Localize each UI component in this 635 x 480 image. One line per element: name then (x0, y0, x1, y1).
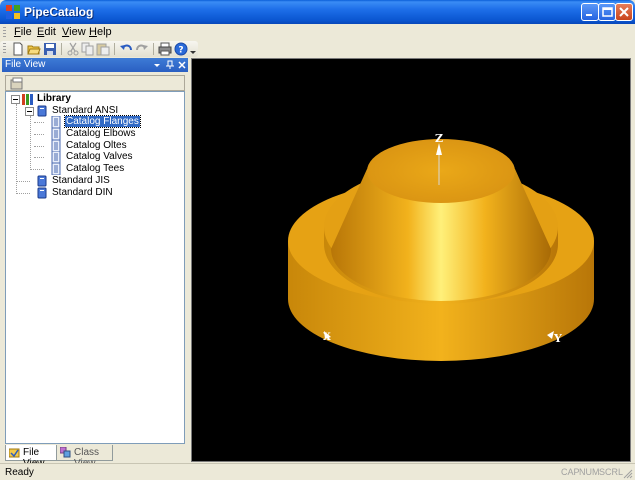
x-axis-label: X (323, 332, 331, 343)
y-axis-label: Y (553, 332, 562, 345)
copy-icon[interactable] (81, 42, 95, 56)
maximize-icon (602, 7, 613, 17)
save-icon[interactable] (43, 42, 57, 56)
maximize-button[interactable] (598, 3, 616, 21)
tree-line (34, 157, 44, 158)
redo-icon[interactable] (135, 42, 149, 56)
database-icon (37, 187, 47, 199)
tree-line (34, 122, 44, 123)
z-axis-label: Z (435, 132, 443, 145)
window-title: PipeCatalog (24, 5, 94, 19)
toolbar-overflow-icon[interactable] (189, 42, 197, 56)
tree-line (16, 193, 30, 194)
close-icon (619, 7, 629, 17)
expand-toggle-standard-ansi[interactable] (25, 107, 34, 116)
catalog-icon (51, 116, 61, 128)
panel-title: File View (5, 59, 46, 70)
tree-line (34, 146, 44, 147)
panel-close-icon[interactable] (177, 60, 187, 70)
print-icon[interactable] (158, 42, 172, 56)
flange-model: Z X Y (288, 132, 594, 361)
status-text: Ready (5, 467, 34, 478)
3d-viewport[interactable]: Z X Y (191, 58, 631, 462)
tree-line (16, 181, 30, 182)
toolbar-separator (114, 43, 115, 55)
hub-top-face (367, 139, 515, 203)
status-caps: CAP (561, 467, 580, 477)
tab-class-view[interactable]: Class View (56, 445, 113, 469)
new-icon[interactable] (11, 42, 25, 56)
file-view-icon (9, 448, 20, 458)
catalog-icon (51, 128, 61, 140)
toolbar-separator (153, 43, 154, 55)
status-scrl: SCRL (599, 467, 624, 477)
menu-grip[interactable] (3, 27, 6, 39)
minimize-icon (586, 14, 592, 16)
database-icon (37, 105, 47, 117)
toolbar-separator (61, 43, 62, 55)
help-icon[interactable]: ? (174, 42, 188, 56)
panel-toolbar (5, 75, 185, 91)
library-tree[interactable]: Library Standard ANSI Catalog Flanges Ca… (5, 91, 185, 444)
status-bar: Ready CAP NUM SCRL (0, 463, 635, 480)
pin-icon[interactable] (165, 60, 175, 70)
svg-text:?: ? (178, 46, 183, 56)
class-view-icon (60, 447, 71, 458)
catalog-icon (51, 163, 61, 175)
tree-line (30, 169, 44, 170)
undo-icon[interactable] (119, 42, 133, 56)
menu-edit[interactable]: Edit (37, 26, 56, 38)
catalog-icon (51, 151, 61, 163)
panel-tabs: File View Class View (2, 445, 190, 469)
paste-icon[interactable] (96, 42, 110, 56)
file-view-panel-header: File View (2, 58, 188, 72)
database-icon (37, 175, 47, 187)
close-button[interactable] (615, 3, 633, 21)
library-icon (22, 94, 33, 105)
resize-grip-icon[interactable] (622, 468, 633, 479)
toolbar-grip[interactable] (3, 43, 6, 55)
menu-bar: File Edit View Help (0, 24, 635, 41)
panel-menu-icon[interactable] (152, 60, 162, 70)
standard-toolbar: ? (0, 41, 198, 57)
open-icon[interactable] (27, 42, 41, 56)
tree-line (34, 134, 44, 135)
properties-icon[interactable] (10, 77, 24, 90)
menu-help[interactable]: Help (89, 26, 112, 38)
cut-icon[interactable] (66, 42, 80, 56)
status-num: NUM (579, 467, 600, 477)
minimize-button[interactable] (581, 3, 599, 21)
menu-view[interactable]: View (62, 26, 86, 38)
menu-file[interactable]: File (14, 26, 32, 38)
title-bar[interactable]: PipeCatalog (0, 0, 635, 24)
tree-line (30, 116, 31, 168)
expand-toggle-library[interactable] (11, 95, 20, 104)
tab-file-view[interactable]: File View (5, 445, 57, 469)
app-icon (6, 5, 20, 19)
